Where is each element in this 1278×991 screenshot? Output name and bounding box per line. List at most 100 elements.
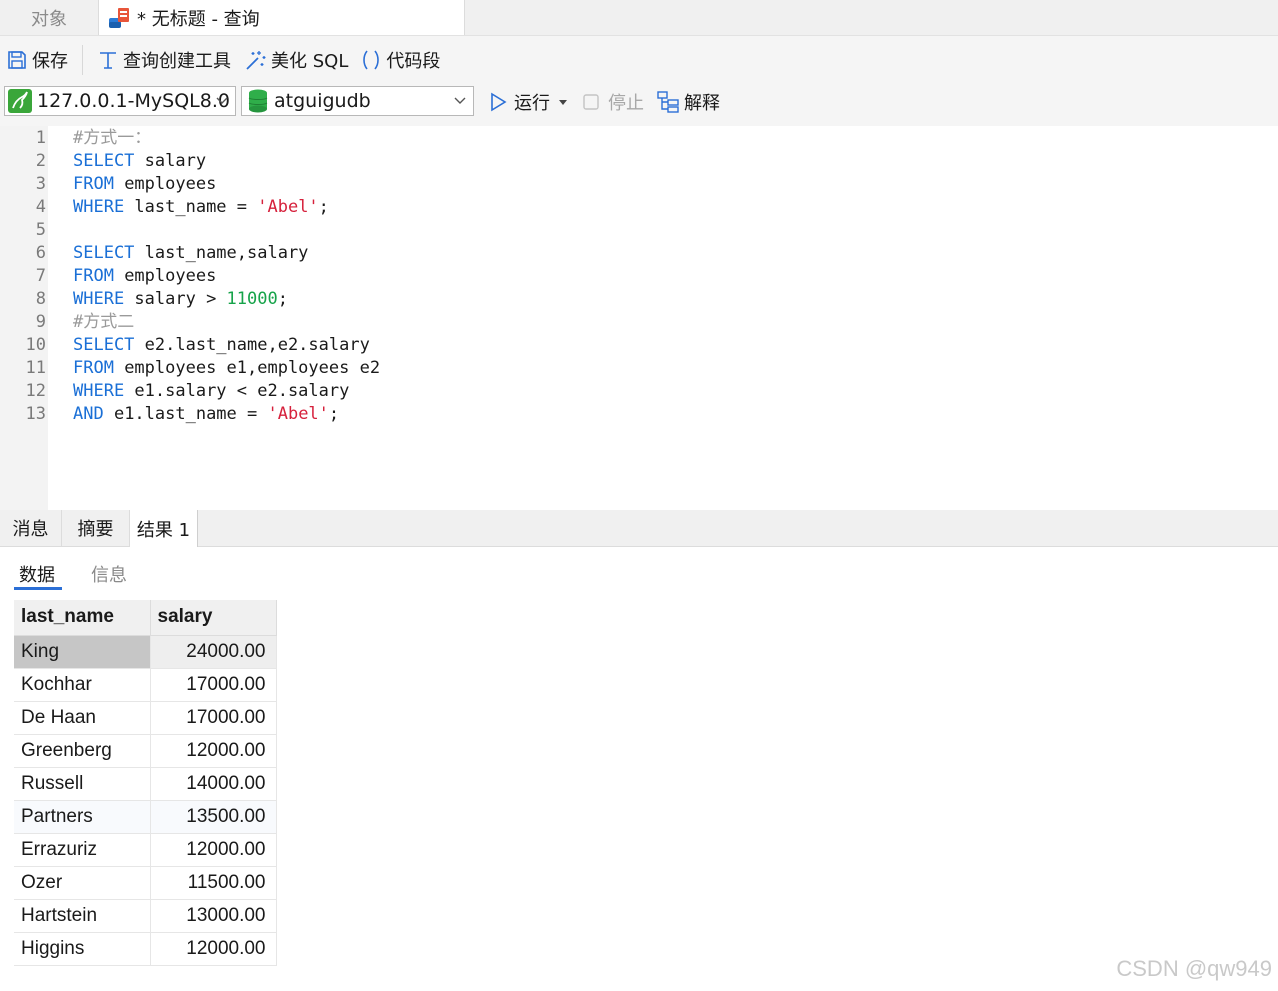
- code-snippet-button[interactable]: 代码段: [354, 43, 446, 77]
- beautify-sql-button[interactable]: 美化 SQL: [237, 43, 354, 77]
- table-row[interactable]: Partners 13500.00: [14, 800, 277, 834]
- table-row[interactable]: Russell 14000.00: [14, 767, 277, 801]
- run-label: 运行: [514, 93, 550, 114]
- tab-query[interactable]: * 无标题 - 查询: [98, 0, 465, 35]
- query-builder-button[interactable]: 查询创建工具: [91, 43, 237, 77]
- cell-last-name[interactable]: De Haan: [14, 701, 151, 735]
- result-tab-bar: 消息 摘要 结果 1: [0, 510, 1278, 547]
- tab-objects[interactable]: 对象: [0, 0, 98, 35]
- cell-salary[interactable]: 14000.00: [150, 767, 277, 801]
- line-number: 1: [35, 128, 46, 148]
- line-number: 10: [25, 335, 46, 355]
- save-button[interactable]: 保存: [0, 43, 74, 77]
- sql-text: ;: [318, 197, 329, 217]
- table-row[interactable]: Kochhar 17000.00: [14, 668, 277, 702]
- result-grid[interactable]: last_name salary King 24000.00 Kochhar 1700…: [14, 600, 277, 966]
- table-row[interactable]: Ozer 11500.00: [14, 866, 277, 900]
- tab-objects-label: 对象: [31, 8, 67, 30]
- cell-last-name[interactable]: King: [14, 635, 151, 669]
- document-tab-bar: 对象 * 无标题 - 查询: [0, 0, 1278, 36]
- sql-keyword: SELECT: [73, 335, 135, 355]
- tab-result-1[interactable]: 结果 1: [130, 510, 198, 547]
- code-line[interactable]: #方式二: [73, 311, 134, 334]
- beautify-sql-label: 美化 SQL: [271, 51, 349, 72]
- save-icon: [8, 51, 26, 69]
- sql-keyword: FROM: [73, 358, 114, 378]
- explain-button[interactable]: 解释: [656, 89, 720, 115]
- table-row[interactable]: De Haan 17000.00: [14, 701, 277, 735]
- cell-last-name[interactable]: Errazuriz: [14, 833, 151, 867]
- cell-salary[interactable]: 17000.00: [150, 701, 277, 735]
- sql-text: last_name,salary: [134, 243, 309, 263]
- sql-keyword: WHERE: [73, 289, 125, 309]
- sql-text: employees: [113, 266, 217, 286]
- column-header-salary[interactable]: salary: [150, 600, 277, 636]
- line-number: 12: [25, 381, 46, 401]
- database-value: atguigudb: [274, 90, 371, 112]
- cell-salary[interactable]: 11500.00: [150, 866, 277, 900]
- sql-comment: #方式一：: [73, 128, 152, 148]
- sql-text: e1.salary < e2.salary: [124, 381, 350, 401]
- line-number: 6: [35, 243, 46, 263]
- cell-salary[interactable]: 12000.00: [150, 833, 277, 867]
- caret-down-icon[interactable]: [556, 95, 570, 109]
- sql-text: salary: [134, 151, 207, 171]
- tab-messages[interactable]: 消息: [0, 510, 62, 546]
- tab-summary[interactable]: 摘要: [62, 510, 130, 546]
- code-line[interactable]: FROM employees: [73, 173, 216, 196]
- cell-salary[interactable]: 13500.00: [150, 800, 277, 834]
- sql-keyword: SELECT: [73, 151, 135, 171]
- code-line[interactable]: WHERE salary > 11000;: [73, 288, 288, 311]
- sql-text: ;: [277, 289, 288, 309]
- tab-result-1-label: 结果 1: [136, 519, 191, 541]
- stop-icon: [583, 94, 599, 110]
- chevron-down-icon: [216, 97, 228, 104]
- cell-last-name[interactable]: Partners: [14, 800, 151, 834]
- table-row[interactable]: Greenberg 12000.00: [14, 734, 277, 768]
- code-snippet-label: 代码段: [386, 51, 441, 72]
- code-line[interactable]: FROM employees e1,employees e2: [73, 357, 380, 380]
- code-line[interactable]: #方式一：: [73, 127, 151, 150]
- line-number: 8: [35, 289, 46, 309]
- line-number: 13: [25, 404, 46, 424]
- cell-salary[interactable]: 24000.00: [150, 635, 277, 669]
- stop-button[interactable]: 停止: [582, 89, 644, 115]
- code-line[interactable]: SELECT e2.last_name,e2.salary: [73, 334, 370, 357]
- cell-last-name[interactable]: Kochhar: [14, 668, 151, 702]
- cell-salary[interactable]: 12000.00: [150, 932, 277, 966]
- cell-last-name[interactable]: Hartstein: [14, 899, 151, 933]
- connection-select[interactable]: 127.0.0.1-MySQL8.0: [4, 86, 236, 116]
- table-row[interactable]: Hartstein 13000.00: [14, 899, 277, 933]
- code-line[interactable]: WHERE last_name = 'Abel';: [73, 196, 329, 219]
- cell-salary[interactable]: 17000.00: [150, 668, 277, 702]
- code-line[interactable]: FROM employees: [73, 265, 216, 288]
- grid-header-row: last_name salary: [14, 600, 277, 636]
- cell-last-name[interactable]: Higgins: [14, 932, 151, 966]
- sql-editor[interactable]: 1 2 3 4 5 6 7 8 9 10 11 12 13 #方式一： SELECT salary FROM…: [0, 126, 1278, 510]
- line-number: 5: [35, 220, 46, 240]
- code-line[interactable]: SELECT salary: [73, 150, 206, 173]
- tab-info[interactable]: 信息: [91, 561, 127, 587]
- column-header-last-name[interactable]: last_name: [14, 600, 151, 636]
- query-icon: [107, 6, 131, 30]
- sql-text: ;: [328, 404, 340, 424]
- chevron-down-icon: [454, 97, 466, 104]
- sql-comment: #方式二: [73, 312, 135, 332]
- tab-data[interactable]: 数据: [19, 561, 55, 587]
- table-row[interactable]: Higgins 12000.00: [14, 932, 277, 966]
- table-row[interactable]: Errazuriz 12000.00: [14, 833, 277, 867]
- cell-salary[interactable]: 12000.00: [150, 734, 277, 768]
- database-select[interactable]: atguigudb: [241, 86, 474, 116]
- run-button[interactable]: 运行: [488, 89, 570, 115]
- cell-last-name[interactable]: Ozer: [14, 866, 151, 900]
- cell-last-name[interactable]: Greenberg: [14, 734, 151, 768]
- sql-number: 11000: [226, 289, 278, 309]
- table-row[interactable]: King 24000.00: [14, 635, 277, 669]
- code-line[interactable]: SELECT last_name,salary: [73, 242, 308, 265]
- code-line[interactable]: WHERE e1.salary < e2.salary: [73, 380, 349, 403]
- cell-salary[interactable]: 13000.00: [150, 899, 277, 933]
- active-tab-indicator: [14, 587, 62, 590]
- cell-last-name[interactable]: Russell: [14, 767, 151, 801]
- main-toolbar: 保存 查询创建工具 美化 SQL 代码段: [0, 36, 1278, 84]
- code-line[interactable]: AND e1.last_name = 'Abel';: [73, 403, 339, 426]
